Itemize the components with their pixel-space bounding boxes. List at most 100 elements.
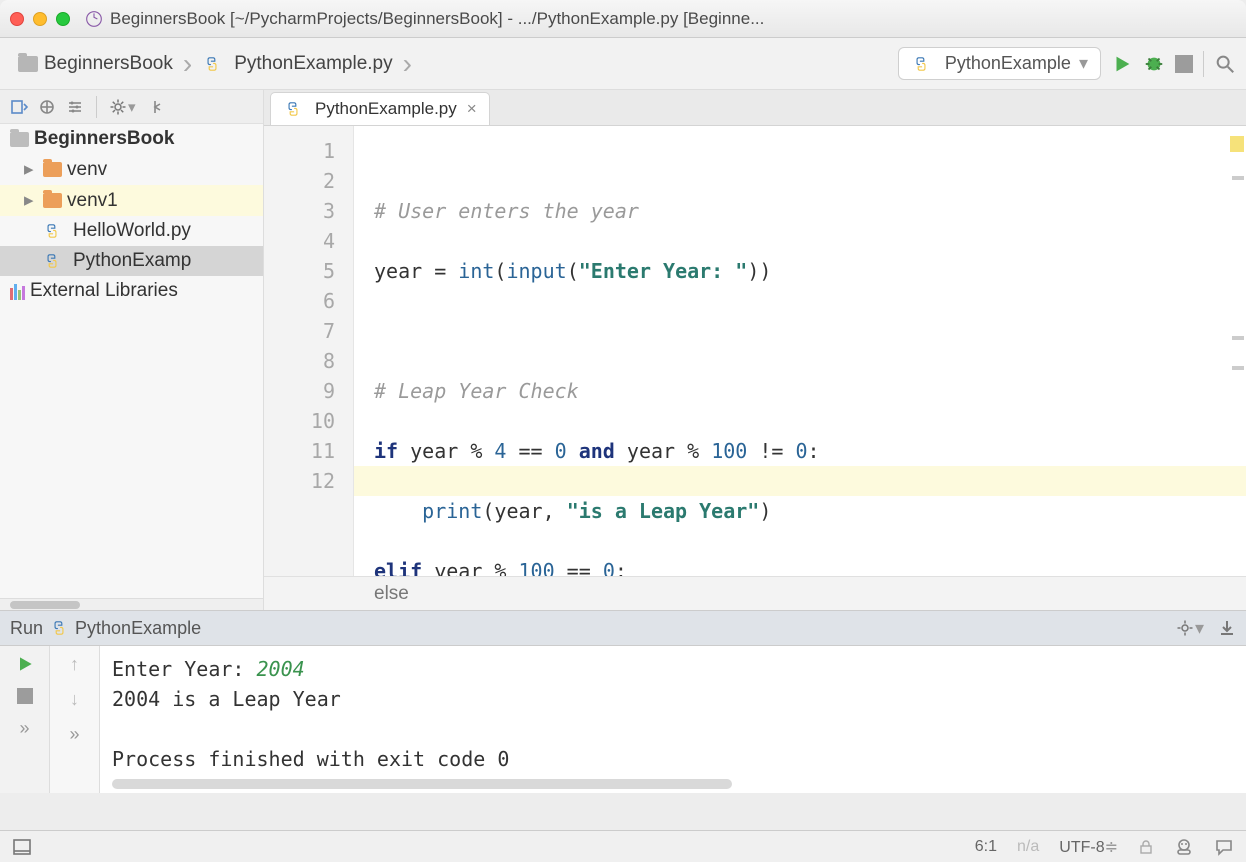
expand-arrow-icon[interactable]: ▸ (24, 158, 38, 181)
run-title: Run (10, 618, 43, 639)
gear-icon[interactable]: ▾ (109, 98, 136, 116)
console-text: Enter Year: (112, 657, 257, 681)
run-panel: Run PythonExample ▾ » ↑ ↓ » Enter Year: … (0, 610, 1246, 793)
down-arrow-icon[interactable]: ↓ (70, 689, 79, 710)
line-separator[interactable]: n/a (1017, 838, 1039, 856)
window-title: BeginnersBook [~/PycharmProjects/Beginne… (110, 9, 1236, 29)
lock-icon[interactable] (1138, 839, 1154, 855)
console-text: 2004 is a Leap Year (112, 684, 1234, 714)
python-file-icon (202, 54, 222, 74)
gear-icon[interactable]: ▾ (1176, 618, 1204, 639)
project-tree[interactable]: BeginnersBook ▸ venv ▸ venv1 HelloWorld.… (0, 124, 263, 598)
line-number: 2 (264, 166, 335, 196)
folder-icon (43, 162, 62, 177)
folder-icon (43, 193, 62, 208)
breadcrumb-root[interactable]: BeginnersBook (10, 49, 181, 79)
code-text: # User enters the year (374, 199, 639, 223)
line-number: 12 (264, 466, 335, 496)
run-config-dropdown[interactable]: PythonExample ▾ (898, 47, 1101, 80)
breadcrumb-root-label: BeginnersBook (44, 53, 173, 75)
stop-button[interactable] (17, 688, 33, 704)
stop-button[interactable] (1175, 55, 1193, 73)
console-text: Process finished with exit code 0 (112, 744, 1234, 774)
stop-icon (1175, 55, 1193, 73)
cursor-position[interactable]: 6:1 (975, 838, 997, 856)
run-panel-header[interactable]: Run PythonExample ▾ (0, 611, 1246, 645)
line-number: 5 (264, 256, 335, 286)
python-file-icon (42, 251, 62, 271)
breadcrumb-file-label: PythonExample.py (234, 53, 392, 75)
minimize-window-icon[interactable] (33, 12, 47, 26)
tool-windows-icon[interactable] (12, 837, 32, 857)
crumb-label: else (374, 583, 409, 605)
close-window-icon[interactable] (10, 12, 24, 26)
up-arrow-icon[interactable]: ↑ (70, 654, 79, 675)
debug-button[interactable] (1143, 53, 1165, 75)
folder-icon (10, 132, 29, 147)
line-number: 6 (264, 286, 335, 316)
inspector-icon[interactable] (1174, 837, 1194, 857)
title-bar: BeginnersBook [~/PycharmProjects/Beginne… (0, 0, 1246, 38)
chevron-right-icon: › (183, 48, 192, 80)
console-output[interactable]: Enter Year: 2004 2004 is a Leap Year Pro… (100, 646, 1246, 793)
run-nav: ↑ ↓ » (50, 646, 100, 793)
breadcrumb-file[interactable]: PythonExample.py (194, 49, 400, 79)
python-file-icon (283, 99, 303, 119)
line-number: 10 (264, 406, 335, 436)
run-config-name: PythonExample (75, 618, 201, 639)
collapse-all-icon[interactable] (38, 98, 56, 116)
run-config-label: PythonExample (945, 53, 1071, 74)
sidebar-scrollbar[interactable] (0, 598, 263, 610)
file-encoding[interactable]: UTF-8≑ (1059, 837, 1118, 857)
tree-item-label: PythonExamp (73, 250, 191, 272)
editor-tab[interactable]: PythonExample.py × (270, 92, 490, 125)
export-icon[interactable] (1218, 619, 1236, 637)
line-number: 3 (264, 196, 335, 226)
search-button[interactable] (1214, 53, 1236, 75)
nav-toolbar: BeginnersBook › PythonExample.py › Pytho… (0, 38, 1246, 90)
python-file-icon (911, 54, 931, 74)
tree-item-label: venv (67, 159, 107, 181)
tree-item-helloworld[interactable]: HelloWorld.py (0, 216, 263, 246)
status-bar: 6:1 n/a UTF-8≑ (0, 830, 1246, 862)
console-input: 2004 (257, 657, 305, 681)
expand-arrow-icon[interactable]: ▸ (24, 189, 38, 212)
tree-item-label: HelloWorld.py (73, 220, 191, 242)
hide-panel-icon[interactable] (146, 98, 164, 116)
python-file-icon (42, 221, 62, 241)
more-icon[interactable]: » (19, 718, 29, 739)
tab-label: PythonExample.py (315, 99, 457, 119)
tree-root[interactable]: BeginnersBook (0, 124, 263, 154)
divider (96, 96, 97, 118)
structure-breadcrumb[interactable]: else (264, 576, 1246, 610)
tree-item-pythonexample[interactable]: PythonExamp (0, 246, 263, 276)
tree-external-libraries[interactable]: External Libraries (0, 276, 263, 306)
run-button[interactable] (1111, 53, 1133, 75)
line-number: 8 (264, 346, 335, 376)
feedback-icon[interactable] (1214, 837, 1234, 857)
project-toolbar: ▾ (0, 90, 263, 124)
tree-item-venv[interactable]: ▸ venv (0, 154, 263, 185)
editor-area: PythonExample.py × 1 2 3 4 5 6 7 8 9 10 … (264, 90, 1246, 610)
code-editor[interactable]: 1 2 3 4 5 6 7 8 9 10 11 12 # User enters… (264, 126, 1246, 576)
app-icon (84, 9, 104, 29)
run-controls: » (0, 646, 50, 793)
tree-root-label: BeginnersBook (34, 128, 174, 150)
rerun-button[interactable] (15, 654, 35, 674)
line-number: 1 (264, 136, 335, 166)
settings-tree-icon[interactable] (66, 98, 84, 116)
console-scrollbar[interactable] (112, 779, 732, 789)
more-icon[interactable]: » (69, 724, 79, 745)
line-number: 4 (264, 226, 335, 256)
scroll-from-source-icon[interactable] (10, 98, 28, 116)
folder-icon (18, 56, 38, 72)
close-tab-icon[interactable]: × (467, 99, 477, 119)
code-content[interactable]: # User enters the year year = int(input(… (354, 126, 1246, 576)
zoom-window-icon[interactable] (56, 12, 70, 26)
project-sidebar: ▾ BeginnersBook ▸ venv ▸ venv1 HelloWorl… (0, 90, 264, 610)
tree-item-venv1[interactable]: ▸ venv1 (0, 185, 263, 216)
breadcrumb: BeginnersBook › PythonExample.py › (10, 48, 414, 80)
chevron-down-icon: ▾ (1079, 53, 1088, 74)
tree-item-label: External Libraries (30, 280, 178, 302)
window-controls (10, 12, 70, 26)
